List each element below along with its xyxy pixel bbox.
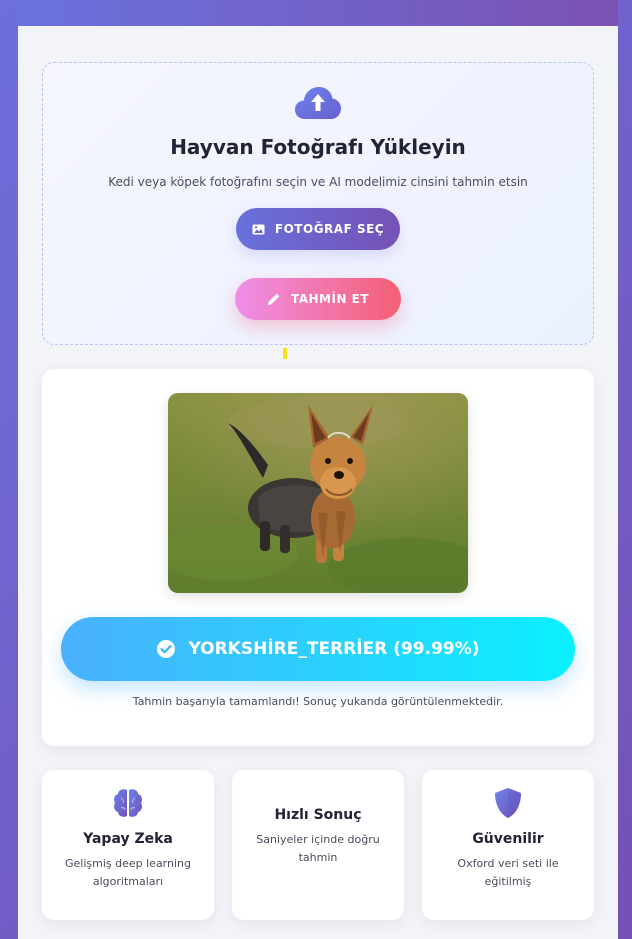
feature-desc: Gelişmiş deep learning algoritmaları	[64, 857, 191, 888]
predict-button[interactable]: TAHMİN ET	[235, 278, 401, 320]
upload-title: Hayvan Fotoğrafı Yükleyin	[170, 135, 466, 159]
feature-title: Yapay Zeka	[83, 831, 173, 847]
feature-card-secure: Güvenilir Oxford veri seti ile eğitilmiş	[422, 770, 594, 920]
upload-subtitle: Kedi veya köpek fotoğrafını seçin ve AI …	[108, 175, 528, 189]
uploaded-dog-photo	[168, 393, 468, 593]
shield-icon	[495, 788, 521, 818]
feature-desc: Saniyeler içinde doğru tahmin	[256, 833, 380, 864]
feature-card-speed: Hızlı Sonuç Saniyeler içinde doğru tahmi…	[232, 770, 404, 920]
select-photo-label: FOTOĞRAF SEÇ	[274, 222, 385, 236]
feature-desc: Oxford veri seti ile eğitilmiş	[457, 857, 559, 888]
feature-card-ai: Yapay Zeka Gelişmiş deep learning algori…	[42, 770, 214, 920]
feature-title: Güvenilir	[472, 831, 544, 847]
prediction-badge: YORKSHİRE_TERRİER (99.99%)	[61, 617, 575, 681]
check-circle-icon	[157, 640, 176, 658]
feature-title: Hızlı Sonuç	[274, 807, 362, 823]
select-photo-button[interactable]: FOTOĞRAF SEÇ	[236, 208, 400, 250]
scroll-marker	[283, 348, 287, 359]
pencil-icon	[267, 293, 280, 305]
upload-dropzone[interactable]: Hayvan Fotoğrafı Yükleyin Kedi veya köpe…	[42, 62, 594, 345]
prediction-text: YORKSHİRE_TERRİER (99.99%)	[188, 639, 480, 659]
brain-icon	[114, 789, 142, 817]
main-container: Hayvan Fotoğrafı Yükleyin Kedi veya köpe…	[18, 26, 618, 939]
result-note: Tahmin başarıyla tamamlandı! Sonuç yukan…	[132, 695, 504, 708]
predict-label: TAHMİN ET	[290, 292, 370, 306]
result-card: YORKSHİRE_TERRİER (99.99%) Tahmin başarı…	[42, 369, 594, 746]
top-header-bar	[18, 0, 618, 26]
cloud-upload-icon	[295, 87, 341, 119]
image-icon	[252, 224, 265, 234]
